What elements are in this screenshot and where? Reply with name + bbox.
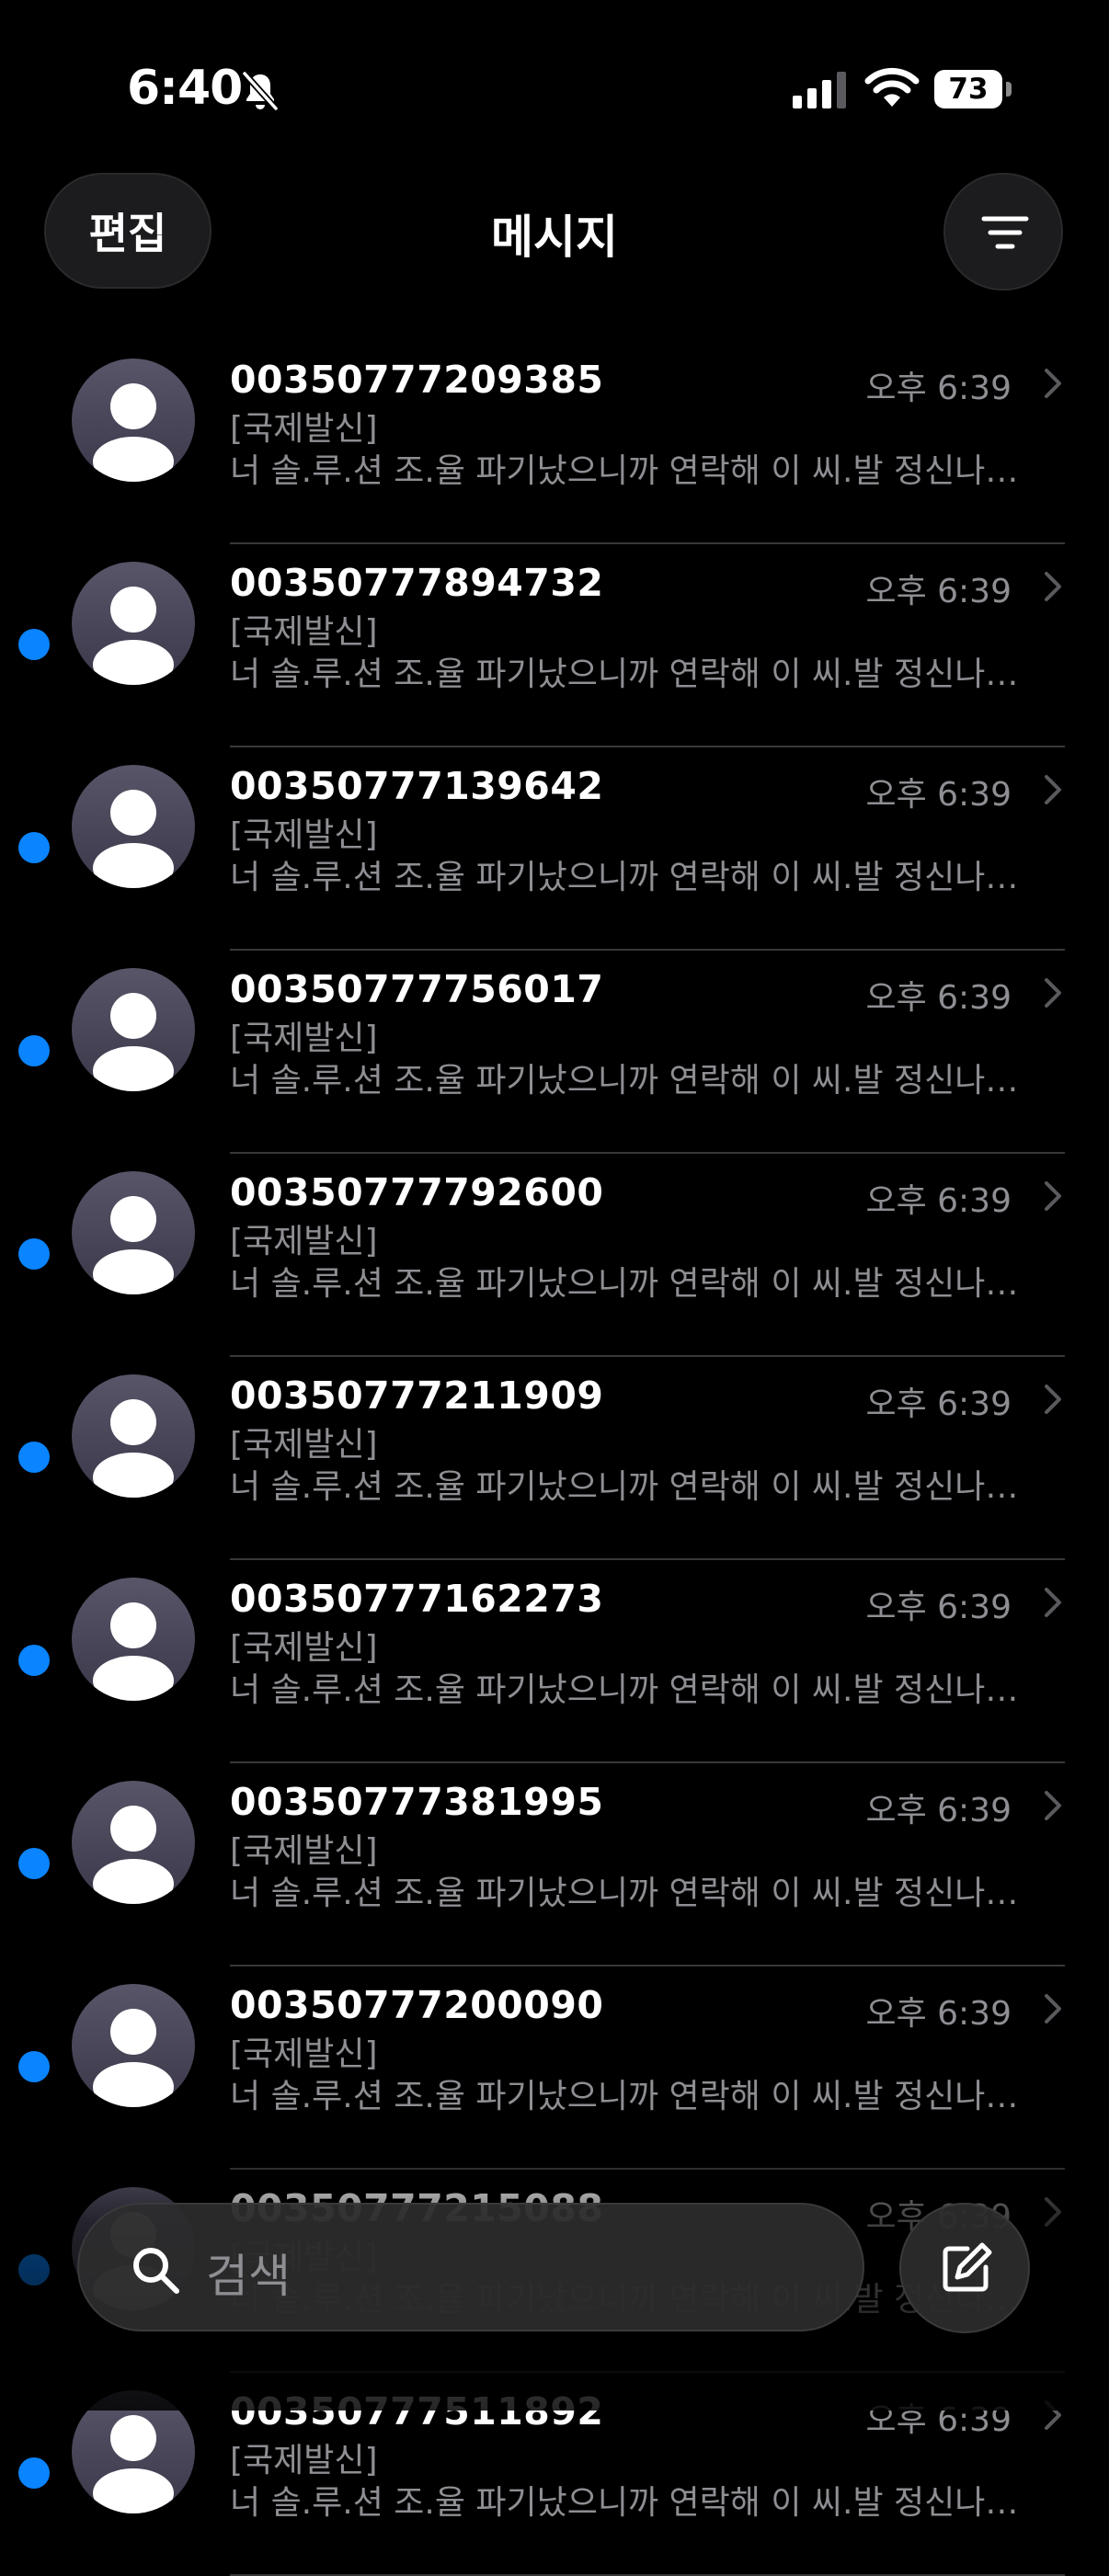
avatar-icon [72, 562, 195, 685]
message-time: 오후 6:39 [865, 1589, 1012, 1626]
search-icon [133, 2248, 179, 2294]
message-time: 오후 6:39 [865, 979, 1012, 1017]
conversation-row[interactable]: 00350777211909 오후 6:39 [국제발신] 너 솔.루.션 조.… [0, 1357, 1109, 1560]
unread-indicator [18, 629, 50, 660]
unread-indicator [18, 832, 50, 863]
message-preview: 너 솔.루.션 조.율 파기났으니까 연락해 이 씨.발 정신나간년아... [230, 859, 1048, 896]
chevron-right-icon [1045, 1181, 1061, 1211]
unread-indicator [18, 1035, 50, 1066]
message-preview: 너 솔.루.션 조.율 파기났으니까 연락해 이 씨.발 정신나간년아... [230, 1875, 1048, 1912]
sender-number: 00350777894732 [230, 561, 604, 605]
filter-icon [981, 216, 1029, 249]
message-time: 오후 6:39 [865, 776, 1012, 814]
conversation-row[interactable]: 00350777200090 오후 6:39 [국제발신] 너 솔.루.션 조.… [0, 1966, 1109, 2170]
message-time: 오후 6:39 [865, 1385, 1012, 1423]
filter-button[interactable] [943, 173, 1063, 291]
battery-level: 73 [948, 73, 989, 106]
message-tag: [국제발신] [230, 1832, 378, 1870]
chevron-right-icon [1045, 775, 1061, 804]
conversation-row[interactable]: 00350777209385 오후 6:39 [국제발신] 너 솔.루.션 조.… [0, 341, 1109, 544]
message-tag: [국제발신] [230, 2442, 378, 2479]
chevron-right-icon [1045, 1994, 1061, 2023]
search-placeholder: 검색 [206, 2250, 291, 2303]
unread-indicator [18, 2051, 50, 2082]
message-preview: 너 솔.루.션 조.율 파기났으니까 연락해 이 씨.발 정신나간년아... [230, 2484, 1048, 2522]
conversation-row[interactable]: 00350777162273 오후 6:39 [국제발신] 너 솔.루.션 조.… [0, 1560, 1109, 1763]
status-time: 6:40 [127, 61, 243, 116]
status-bar: 6:40 73 [0, 0, 1109, 175]
compose-icon [943, 2242, 992, 2292]
cellular-signal-icon [793, 72, 846, 108]
chevron-right-icon [1045, 369, 1061, 398]
sender-number: 00350777162273 [230, 1577, 604, 1621]
unread-indicator [18, 2457, 50, 2489]
avatar-icon [72, 968, 195, 1091]
avatar-icon [72, 765, 195, 888]
sender-number: 00350777139642 [230, 764, 604, 808]
sender-number: 00350777200090 [230, 1983, 604, 2027]
message-time: 오후 6:39 [865, 370, 1012, 407]
chevron-right-icon [1045, 1588, 1061, 1617]
conversation-row[interactable]: 00350777139642 오후 6:39 [국제발신] 너 솔.루.션 조.… [0, 747, 1109, 951]
avatar-icon [72, 1984, 195, 2107]
unread-indicator [18, 1645, 50, 1676]
message-preview: 너 솔.루.션 조.율 파기났으니까 연락해 이 씨.발 정신나간년아... [230, 655, 1048, 693]
message-time: 오후 6:39 [865, 1995, 1012, 2033]
chevron-right-icon [1045, 1791, 1061, 1820]
message-tag: [국제발신] [230, 1020, 378, 1057]
avatar-icon [72, 1578, 195, 1701]
message-tag: [국제발신] [230, 1426, 378, 1464]
unread-indicator [18, 1442, 50, 1473]
message-preview: 너 솔.루.션 조.율 파기났으니까 연락해 이 씨.발 정신나간년아... [230, 452, 1048, 490]
message-tag: [국제발신] [230, 1223, 378, 1260]
sender-number: 00350777209385 [230, 358, 604, 402]
bell-slash-icon [242, 71, 279, 111]
message-preview: 너 솔.루.션 조.율 파기났으니까 연락해 이 씨.발 정신나간년아... [230, 1265, 1048, 1303]
avatar-icon [72, 1781, 195, 1904]
message-tag: [국제발신] [230, 1629, 378, 1667]
message-preview: 너 솔.루.션 조.율 파기났으니까 연락해 이 씨.발 정신나간년아... [230, 1671, 1048, 1709]
wifi-icon [864, 67, 920, 107]
message-time: 오후 6:39 [865, 1792, 1012, 1829]
avatar-icon [72, 1374, 195, 1498]
unread-indicator [18, 1848, 50, 1879]
sender-number: 00350777211909 [230, 1373, 604, 1418]
message-preview: 너 솔.루.션 조.율 파기났으니까 연락해 이 씨.발 정신나간년아... [230, 1468, 1048, 1506]
conversation-row[interactable]: 00350777756017 오후 6:39 [국제발신] 너 솔.루.션 조.… [0, 951, 1109, 1154]
conversation-row[interactable]: 00350777381995 오후 6:39 [국제발신] 너 솔.루.션 조.… [0, 1763, 1109, 1966]
battery-icon: 73 [934, 70, 1012, 108]
message-preview: 너 솔.루.션 조.율 파기났으니까 연락해 이 씨.발 정신나간년아... [230, 2078, 1048, 2115]
compose-button[interactable] [899, 2203, 1030, 2333]
message-preview: 너 솔.루.션 조.율 파기났으니까 연락해 이 씨.발 정신나간년아... [230, 1062, 1048, 1100]
sender-number: 00350777381995 [230, 1780, 604, 1824]
conversation-row[interactable]: 00350777894732 오후 6:39 [국제발신] 너 솔.루.션 조.… [0, 544, 1109, 747]
message-tag: [국제발신] [230, 2035, 378, 2073]
avatar-icon [72, 1171, 195, 1294]
chevron-right-icon [1045, 1385, 1061, 1414]
message-time: 오후 6:39 [865, 1182, 1012, 1220]
search-field[interactable]: 검색 [77, 2203, 864, 2331]
message-tag: [국제발신] [230, 613, 378, 651]
chevron-right-icon [1045, 572, 1061, 601]
sender-number: 00350777792600 [230, 1170, 604, 1214]
unread-indicator [18, 1238, 50, 1270]
message-time: 오후 6:39 [865, 573, 1012, 610]
sender-number: 00350777756017 [230, 967, 604, 1011]
chevron-right-icon [1045, 978, 1061, 1008]
message-tag: [국제발신] [230, 410, 378, 448]
avatar-icon [72, 359, 195, 482]
message-tag: [국제발신] [230, 816, 378, 854]
conversation-row[interactable]: 00350777792600 오후 6:39 [국제발신] 너 솔.루.션 조.… [0, 1154, 1109, 1357]
